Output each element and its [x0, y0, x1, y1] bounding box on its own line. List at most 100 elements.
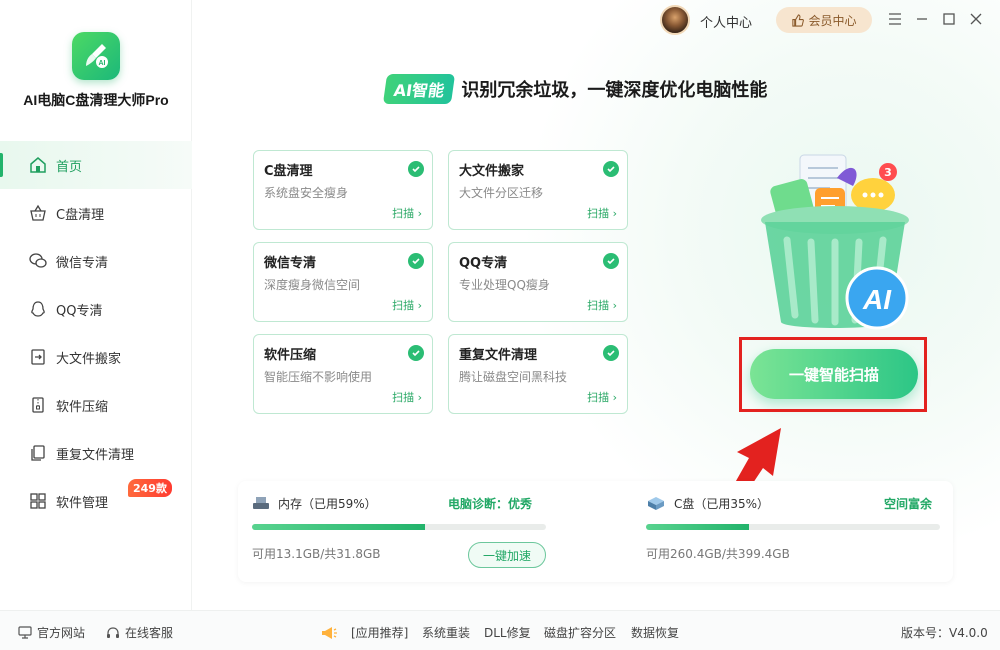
menu-icon[interactable] [886, 10, 904, 28]
official-site-link[interactable]: 官方网站 [18, 624, 85, 641]
card-scan-link[interactable]: 扫描 › [587, 205, 617, 221]
card-desc: 腾让磁盘空间黑科技 [459, 370, 568, 384]
card-desc: 大文件分区迁移 [459, 186, 544, 200]
footer-link-dll[interactable]: DLL修复 [484, 624, 531, 641]
card-wechat[interactable]: 微信专清 深度瘦身微信空间 扫描 › [253, 242, 433, 322]
qq-icon [28, 299, 48, 319]
disk-label: C盘（已用35%） [674, 497, 770, 511]
sidebar-item-label: 软件管理 [56, 495, 109, 511]
svg-text:AI: AI [99, 60, 106, 67]
card-title: 软件压缩 [264, 348, 317, 363]
vip-center-button[interactable]: 会员中心 [776, 7, 872, 33]
sidebar-item-label: 软件压缩 [56, 399, 109, 415]
sidebar-item-c-clean[interactable]: C盘清理 [0, 189, 192, 237]
sidebar-nav: 首页 C盘清理 微信专清 QQ专清 大文件搬家 软件压缩 重复文件清理 软件管理… [0, 141, 192, 525]
zip-icon [28, 395, 48, 415]
thumbs-up-icon [792, 13, 805, 27]
card-move-files[interactable]: 大文件搬家 大文件分区迁移 扫描 › [448, 150, 628, 230]
sidebar-item-home[interactable]: 首页 [0, 141, 192, 189]
online-service-label: 在线客服 [125, 626, 174, 640]
check-icon [603, 253, 619, 269]
sidebar-item-label: 首页 [56, 159, 83, 175]
check-icon [603, 161, 619, 177]
headline-text: 识别冗余垃圾，一键深度优化电脑性能 [461, 80, 768, 101]
card-scan-link[interactable]: 扫描 › [392, 389, 422, 405]
sidebar-item-duplicates[interactable]: 重复文件清理 [0, 429, 192, 477]
memory-progress-bar [252, 524, 546, 530]
headline: AI智能 识别冗余垃圾，一键深度优化电脑性能 [382, 74, 768, 104]
disk-progress-bar [646, 524, 940, 530]
card-title: QQ专清 [459, 256, 508, 271]
maximize-icon[interactable] [940, 10, 958, 28]
card-compress[interactable]: 软件压缩 智能压缩不影响使用 扫描 › [253, 334, 433, 414]
duplicate-file-icon [28, 443, 48, 463]
sidebar-item-label: 微信专清 [56, 255, 109, 271]
headset-icon [107, 626, 119, 638]
apps-icon [28, 491, 48, 511]
sidebar-item-compress[interactable]: 软件压缩 [0, 381, 192, 429]
move-file-icon [28, 347, 48, 367]
online-service-link[interactable]: 在线客服 [106, 624, 173, 641]
system-status-panel: 内存（已用59%） 电脑诊断：优秀 可用13.1GB/共31.8GB 一键加速 … [238, 481, 953, 582]
sidebar-item-qq[interactable]: QQ专清 [0, 285, 192, 333]
card-scan-link[interactable]: 扫描 › [587, 389, 617, 405]
main-panel: 个人中心 会员中心 AI智能 识别冗余垃圾，一键深度优化电脑性能 C盘清理 系统… [193, 0, 1000, 610]
card-desc: 深度瘦身微信空间 [264, 278, 361, 292]
check-icon [408, 161, 424, 177]
basket-icon [28, 203, 48, 223]
footer: 官方网站 在线客服 [应用推荐] 系统重装 DLL修复 磁盘扩容分区 数据恢复 … [0, 610, 1000, 650]
sidebar-item-label: C盘清理 [56, 207, 105, 223]
avatar[interactable] [660, 5, 690, 35]
card-title: 微信专清 [264, 256, 317, 271]
sidebar-item-software[interactable]: 软件管理 249款 [0, 477, 192, 525]
footer-link-partition[interactable]: 磁盘扩容分区 [544, 624, 616, 641]
card-scan-link[interactable]: 扫描 › [392, 205, 422, 221]
wechat-icon [28, 251, 48, 271]
check-icon [603, 345, 619, 361]
sidebar-item-label: QQ专清 [56, 303, 103, 319]
memory-capacity: 可用13.1GB/共31.8GB [252, 547, 381, 561]
card-qq[interactable]: QQ专清 专业处理QQ瘦身 扫描 › [448, 242, 628, 322]
app-recommend: [应用推荐] [320, 624, 408, 641]
minimize-icon[interactable] [913, 10, 931, 28]
sidebar-item-label: 大文件搬家 [56, 351, 122, 367]
official-site-label: 官方网站 [37, 626, 86, 640]
footer-link-recovery[interactable]: 数据恢复 [631, 624, 679, 641]
disk-icon [648, 497, 664, 510]
card-c-clean[interactable]: C盘清理 系统盘安全瘦身 扫描 › [253, 150, 433, 230]
diagnosis-text: 电脑诊断：优秀 [448, 497, 533, 511]
app-title: AI电脑C盘清理大师Pro [23, 92, 169, 108]
ai-trash-bin-illustration: 3 AI [761, 154, 909, 330]
card-desc: 专业处理QQ瘦身 [459, 278, 550, 292]
ai-pill: AI智能 [382, 74, 456, 104]
personal-center-link[interactable]: 个人中心 [700, 12, 752, 31]
sidebar: AI AI电脑C盘清理大师Pro 首页 C盘清理 微信专清 QQ专清 大文件搬家… [0, 0, 192, 610]
footer-link-reinstall[interactable]: 系统重装 [422, 624, 470, 641]
card-scan-link[interactable]: 扫描 › [587, 297, 617, 313]
card-desc: 智能压缩不影响使用 [264, 370, 373, 384]
ai-badge-text: AI [862, 284, 892, 315]
check-icon [408, 345, 424, 361]
sidebar-item-wechat[interactable]: 微信专清 [0, 237, 192, 285]
highlight-box [739, 337, 927, 412]
broom-icon: AI [86, 44, 108, 68]
title-bar: 个人中心 会员中心 [640, 0, 1000, 40]
card-scan-link[interactable]: 扫描 › [392, 297, 422, 313]
vip-center-label: 会员中心 [808, 13, 857, 28]
disk-status-text: 空间富余 [884, 497, 933, 511]
sidebar-item-move-files[interactable]: 大文件搬家 [0, 333, 192, 381]
card-desc: 系统盘安全瘦身 [264, 186, 349, 200]
home-icon [28, 155, 48, 175]
disk-capacity: 可用260.4GB/共399.4GB [646, 547, 790, 561]
speed-up-button[interactable]: 一键加速 [468, 542, 546, 568]
card-title: C盘清理 [264, 164, 313, 179]
sidebar-item-label: 重复文件清理 [56, 447, 135, 463]
recommend-label: [应用推荐] [351, 626, 409, 640]
close-icon[interactable] [967, 10, 985, 28]
version-label: 版本号：V4.0.0 [901, 626, 988, 640]
card-duplicates[interactable]: 重复文件清理 腾让磁盘空间黑科技 扫描 › [448, 334, 628, 414]
memory-icon [253, 497, 269, 509]
notification-count: 3 [884, 166, 892, 179]
check-icon [408, 253, 424, 269]
card-title: 重复文件清理 [459, 348, 538, 363]
